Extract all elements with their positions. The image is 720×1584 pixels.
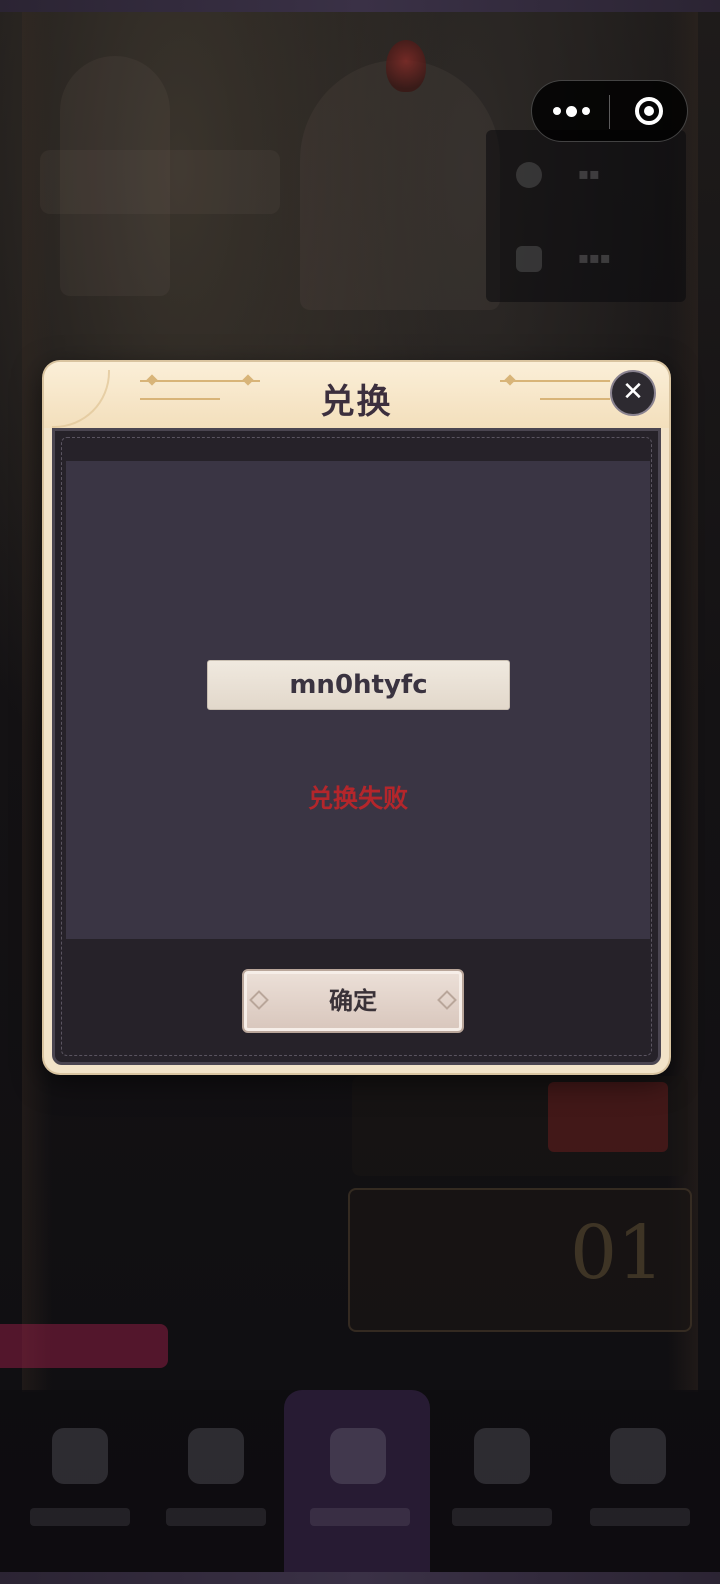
background-side-menu: ▪▪ ▪▪▪ bbox=[486, 130, 686, 302]
status-message: 兑换失败 bbox=[307, 784, 408, 813]
more-dots-icon[interactable] bbox=[532, 81, 610, 141]
target-close-icon[interactable] bbox=[610, 81, 688, 141]
background-nav-icon bbox=[610, 1428, 666, 1484]
close-icon: ✕ bbox=[622, 377, 644, 407]
dialog-header: 兑换 ✕ bbox=[44, 362, 669, 428]
background-nav-icon bbox=[52, 1428, 108, 1484]
button-ornament-diamond bbox=[437, 990, 457, 1010]
button-ornament-diamond bbox=[249, 990, 269, 1010]
background-nav-icon bbox=[474, 1428, 530, 1484]
dialog-body: mn0htyfc 兑换失败 确定 bbox=[52, 428, 661, 1065]
content-panel: mn0htyfc 兑换失败 bbox=[66, 461, 650, 939]
background-nav-icon bbox=[330, 1428, 386, 1484]
background-nav-label bbox=[166, 1508, 266, 1526]
dialog-title: 兑换 bbox=[320, 382, 393, 422]
close-button[interactable]: ✕ bbox=[610, 370, 656, 416]
redeem-code-field[interactable]: mn0htyfc bbox=[207, 660, 510, 710]
background-red-lantern bbox=[386, 40, 426, 92]
top-edge-strip bbox=[0, 0, 720, 12]
confirm-button-label: 确定 bbox=[329, 987, 377, 1015]
background-nav-label bbox=[590, 1508, 690, 1526]
bottom-edge-strip bbox=[0, 1572, 720, 1584]
background-red-tile bbox=[548, 1082, 668, 1152]
background-nav-label bbox=[310, 1508, 410, 1526]
background-sign bbox=[40, 150, 280, 214]
background-nav-label bbox=[452, 1508, 552, 1526]
redeem-dialog: 兑换 ✕ mn0htyfc 兑换失败 确定 bbox=[44, 362, 669, 1073]
confirm-button[interactable]: 确定 bbox=[242, 969, 464, 1033]
background-nav-label bbox=[30, 1508, 130, 1526]
screen: ▪▪ ▪▪▪ 01 兑换 ✕ mn0htyfc 兑换失败 确定 bbox=[0, 0, 720, 1584]
background-nav-icon bbox=[188, 1428, 244, 1484]
background-arch bbox=[300, 60, 500, 310]
background-event-number: 01 bbox=[570, 1210, 665, 1296]
background-pink-banner bbox=[0, 1324, 168, 1368]
miniprogram-capsule bbox=[531, 80, 688, 142]
